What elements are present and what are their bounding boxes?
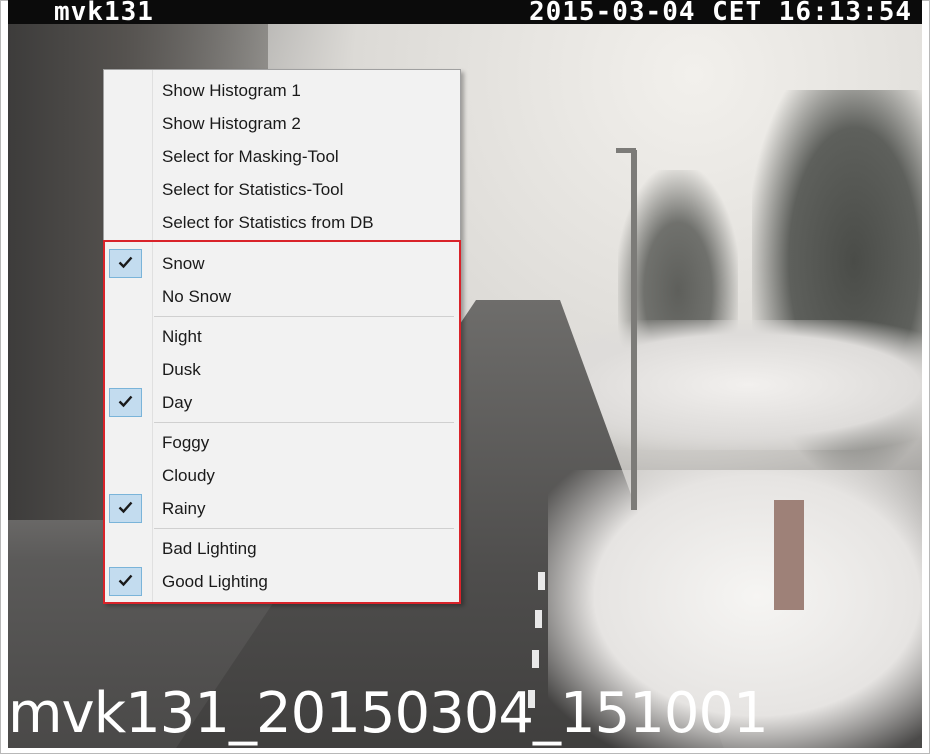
context-menu: Show Histogram 1 Show Histogram 2 Select f… <box>103 69 461 603</box>
menu-item-label: Cloudy <box>162 466 215 485</box>
menu-item-label: Snow <box>162 254 205 273</box>
menu-item-good-lighting[interactable]: Good Lighting <box>104 565 460 598</box>
menu-item-night[interactable]: Night <box>104 320 460 353</box>
menu-item-label: Night <box>162 327 202 346</box>
menu-item-label: Dusk <box>162 360 201 379</box>
menu-item-label: Select for Masking-Tool <box>162 147 339 166</box>
menu-item-label: No Snow <box>162 287 231 306</box>
camera-id-label: mvk131 <box>54 0 154 27</box>
checkmark-icon <box>109 494 142 523</box>
menu-item-rainy[interactable]: Rainy <box>104 492 460 525</box>
menu-item-foggy[interactable]: Foggy <box>104 426 460 459</box>
menu-separator <box>154 422 454 423</box>
menu-item-label: Day <box>162 393 193 412</box>
checkmark-icon <box>109 388 142 417</box>
menu-separator <box>154 316 454 317</box>
menu-item-select-for-masking-tool[interactable]: Select for Masking-Tool <box>104 140 460 173</box>
street-lamp <box>631 150 637 510</box>
menu-separator <box>154 528 454 529</box>
menu-item-show-histogram-2[interactable]: Show Histogram 2 <box>104 107 460 140</box>
checkmark-icon <box>109 249 142 278</box>
menu-item-label: Bad Lighting <box>162 539 257 558</box>
menu-item-no-snow[interactable]: No Snow <box>104 280 460 313</box>
menu-item-select-for-statistics-from-db[interactable]: Select for Statistics from DB <box>104 206 460 239</box>
menu-item-snow[interactable]: Snow <box>104 247 460 280</box>
menu-item-label: Show Histogram 2 <box>162 114 301 133</box>
timestamp-bar: mvk131 2015-03-04 CET 16:13:54 <box>8 0 922 27</box>
menu-item-label: Foggy <box>162 433 210 452</box>
lane-marking <box>538 572 545 590</box>
menu-item-label: Show Histogram 1 <box>162 81 301 100</box>
lane-marking <box>532 650 539 668</box>
lane-marking <box>535 610 542 628</box>
image-filename: mvk131_20150304_151001 <box>8 681 769 746</box>
menu-item-dusk[interactable]: Dusk <box>104 353 460 386</box>
menu-item-label: Good Lighting <box>162 572 268 591</box>
menu-item-bad-lighting[interactable]: Bad Lighting <box>104 532 460 565</box>
menu-item-label: Select for Statistics from DB <box>162 213 374 232</box>
menu-item-show-histogram-1[interactable]: Show Histogram 1 <box>104 74 460 107</box>
menu-item-cloudy[interactable]: Cloudy <box>104 459 460 492</box>
menu-item-label: Rainy <box>162 499 206 518</box>
road-post <box>774 500 804 610</box>
checkmark-icon <box>109 567 142 596</box>
datetime-label: 2015-03-04 CET 16:13:54 <box>528 0 912 27</box>
menu-item-select-for-statistics-tool[interactable]: Select for Statistics-Tool <box>104 173 460 206</box>
menu-item-label: Select for Statistics-Tool <box>162 180 344 199</box>
menu-item-day[interactable]: Day <box>104 386 460 419</box>
